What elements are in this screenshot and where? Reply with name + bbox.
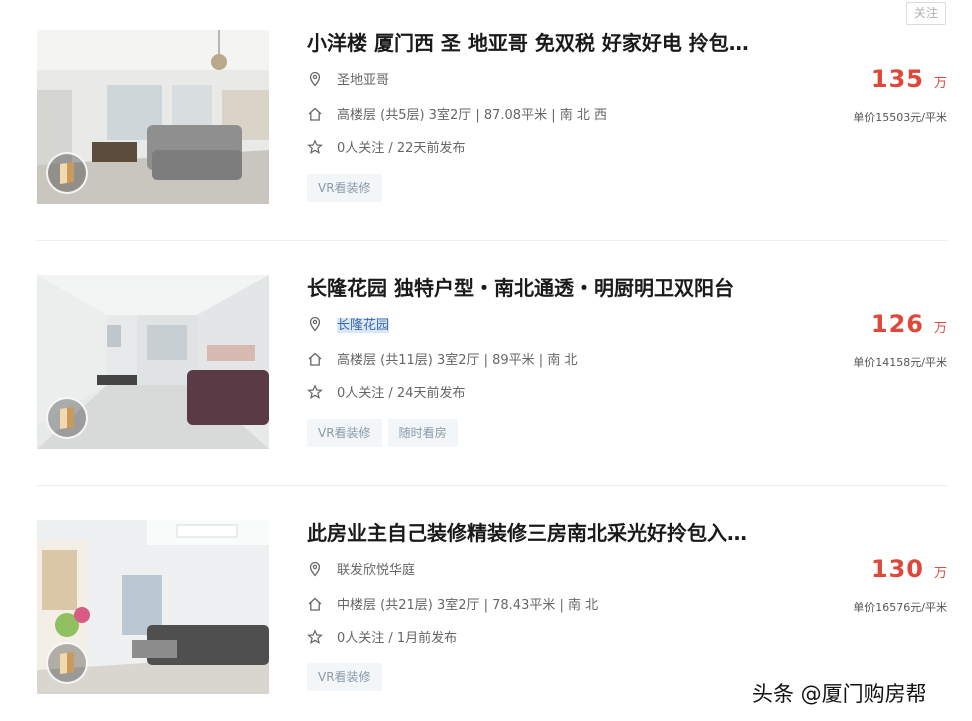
price-value: 126 [870,310,924,338]
listing-title[interactable]: 长隆花园 独特户型・南北通透・明厨明卫双阳台 [307,275,827,301]
tag-list: VR看装修 [307,663,388,691]
star-icon [307,384,323,399]
vr-panorama-icon[interactable] [46,642,88,684]
house-info-row: 中楼层 (共21层) 3室2厅 | 78.43平米 | 南 北 [307,596,598,615]
house-info-row: 高楼层 (共5层) 3室2厅 | 87.08平米 | 南 北 西 [307,106,607,125]
tag-vr[interactable]: VR看装修 [307,174,382,202]
listing-card[interactable]: 长隆花园 独特户型・南北通透・明厨明卫双阳台 长隆花园 高楼层 (共11层) 3… [37,275,947,451]
vr-panorama-icon[interactable] [46,152,88,194]
community-row: 圣地亚哥 [307,71,389,90]
unit-price: 单价15503元/平米 [853,111,947,124]
price-unit: 万 [933,321,947,336]
tag-viewing[interactable]: 随时看房 [387,419,458,447]
total-price: 130 万 [797,555,947,583]
house-info: 高楼层 (共5层) 3室2厅 | 87.08平米 | 南 北 西 [337,108,607,123]
house-info: 中楼层 (共21层) 3室2厅 | 78.43平米 | 南 北 [337,598,599,613]
community-row: 联发欣悦华庭 [307,561,415,580]
location-pin-icon [309,316,321,332]
unit-price: 单价14158元/平米 [853,356,947,369]
total-price: 135 万 [797,65,947,93]
unit-price: 单价16576元/平米 [853,601,947,614]
divider [37,485,947,486]
community-link[interactable]: 长隆花园 [337,318,390,333]
tag-list: VR看装修 [307,174,388,202]
follow-info-row: 0人关注 / 24天前发布 [307,384,465,403]
price-value: 130 [870,555,924,583]
follow-info: 0人关注 / 22天前发布 [337,141,466,156]
house-icon [308,352,322,366]
house-info-row: 高楼层 (共11层) 3室2厅 | 89平米 | 南 北 [307,351,577,370]
house-info: 高楼层 (共11层) 3室2厅 | 89平米 | 南 北 [337,353,578,368]
listing-card[interactable]: 此房业主自己装修精装修三房南北采光好拎包入… 联发欣悦华庭 中楼层 (共21层)… [37,520,947,696]
star-icon [307,139,323,154]
price-value: 135 [870,65,924,93]
star-icon [307,629,323,644]
tag-vr[interactable]: VR看装修 [307,663,382,691]
listing-title[interactable]: 小洋楼 厦门西 圣 地亚哥 免双税 好家好电 拎包… [307,30,827,56]
follow-info-row: 0人关注 / 22天前发布 [307,139,465,158]
house-icon [308,107,322,121]
price-unit: 万 [933,76,947,91]
listing-card[interactable]: 小洋楼 厦门西 圣 地亚哥 免双税 好家好电 拎包… 圣地亚哥 高楼层 (共5层… [37,30,947,206]
listing-photo[interactable] [37,30,269,204]
follow-info: 0人关注 / 1月前发布 [337,631,458,646]
listing-photo[interactable] [37,275,269,449]
price-unit: 万 [933,566,947,581]
follow-button[interactable]: 关注 [906,2,946,25]
watermark: 头条 @厦门购房帮 [752,682,927,706]
tag-list: VR看装修 随时看房 [307,419,464,447]
listing-photo[interactable] [37,520,269,694]
total-price: 126 万 [797,310,947,338]
vr-panorama-icon[interactable] [46,397,88,439]
location-pin-icon [309,561,321,577]
follow-info-row: 0人关注 / 1月前发布 [307,629,457,648]
community-link[interactable]: 联发欣悦华庭 [337,563,415,578]
follow-info: 0人关注 / 24天前发布 [337,386,466,401]
listing-title[interactable]: 此房业主自己装修精装修三房南北采光好拎包入… [307,520,827,546]
tag-vr[interactable]: VR看装修 [307,419,382,447]
house-icon [308,597,322,611]
location-pin-icon [309,71,321,87]
community-row: 长隆花园 [307,316,390,335]
divider [37,240,947,241]
community-link[interactable]: 圣地亚哥 [337,73,389,88]
